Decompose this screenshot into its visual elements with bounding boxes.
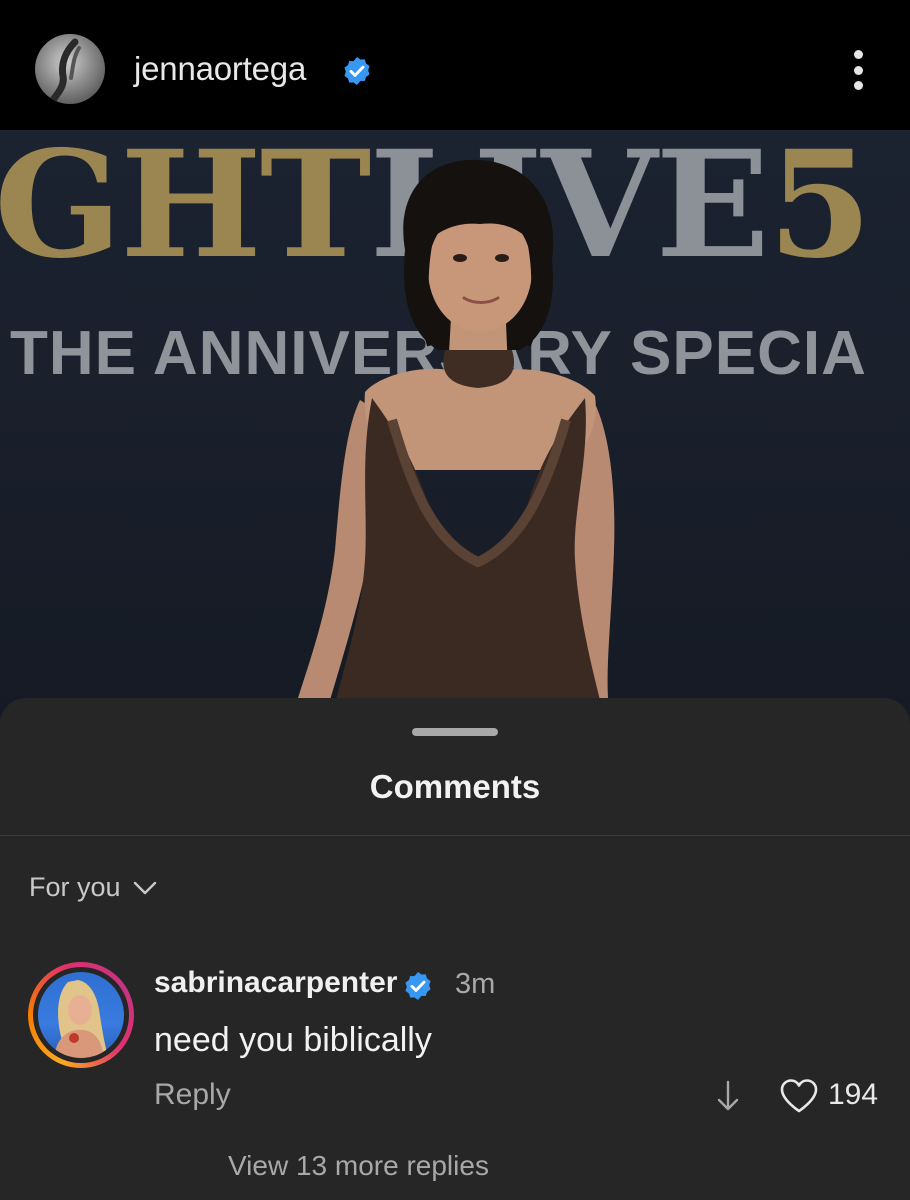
post-photo[interactable]: GHTLIVE5 THE ANNIVERSARY SPECIA bbox=[0, 130, 910, 730]
more-options-icon[interactable] bbox=[848, 50, 868, 90]
drag-handle[interactable] bbox=[412, 728, 498, 736]
commenter-username[interactable]: sabrinacarpenter bbox=[154, 966, 397, 1000]
chevron-down-icon bbox=[133, 881, 156, 894]
view-more-replies-button[interactable]: View 13 more replies bbox=[228, 1150, 489, 1182]
comment-timestamp: 3m bbox=[455, 968, 496, 1000]
sort-dropdown[interactable]: For you bbox=[29, 872, 157, 903]
avatar-image bbox=[38, 972, 124, 1058]
avatar-ring-gap bbox=[33, 967, 129, 1063]
commenter-avatar[interactable] bbox=[28, 962, 134, 1068]
like-count: 194 bbox=[828, 1078, 879, 1111]
more-dot bbox=[853, 65, 863, 75]
comments-sheet: Comments For you sabrinacarpenter 3m nee… bbox=[0, 698, 910, 1200]
post-header: jennaortega bbox=[0, 0, 910, 130]
reply-button[interactable]: Reply bbox=[154, 1078, 231, 1112]
sort-label: For you bbox=[29, 872, 121, 902]
verified-badge-icon bbox=[344, 57, 370, 85]
avatar-image bbox=[49, 38, 81, 104]
profile-avatar[interactable] bbox=[35, 34, 105, 104]
verified-badge-icon bbox=[405, 972, 431, 1000]
comments-title: Comments bbox=[369, 768, 541, 805]
heart-icon[interactable] bbox=[779, 1078, 819, 1114]
divider bbox=[0, 835, 910, 836]
avatar-photo bbox=[54, 980, 108, 1058]
more-dot bbox=[853, 81, 863, 90]
person-figure bbox=[298, 159, 615, 700]
comment-text: need you biblically bbox=[154, 1021, 432, 1059]
arrow-down-icon[interactable] bbox=[714, 1079, 742, 1113]
more-dot bbox=[853, 50, 863, 59]
post-username[interactable]: jennaortega bbox=[134, 50, 306, 88]
